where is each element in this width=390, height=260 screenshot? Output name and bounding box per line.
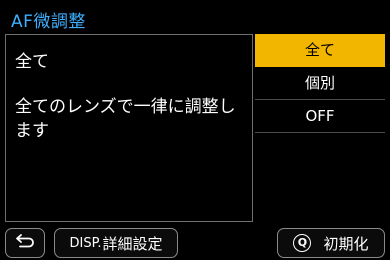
detail-settings-button[interactable]: DISP. 詳細設定 <box>54 228 178 258</box>
description-text: 全てのレンズで一律に調整します <box>15 97 236 141</box>
bottom-bar: DISP. 詳細設定 Q 初期化 <box>0 228 390 260</box>
option-all[interactable]: 全て <box>255 34 385 67</box>
back-button[interactable] <box>5 228 45 258</box>
disp-key-label: DISP. <box>69 235 102 251</box>
option-off[interactable]: OFF <box>255 100 385 133</box>
return-arrow-icon <box>14 233 36 253</box>
option-individual[interactable]: 個別 <box>255 67 385 100</box>
description-heading: 全て <box>15 52 49 72</box>
page-title: AF微調整 <box>11 12 86 32</box>
q-button-icon: Q <box>293 234 312 252</box>
reset-button[interactable]: Q 初期化 <box>277 228 385 258</box>
option-list: 全て 個別 OFF <box>255 34 385 133</box>
detail-settings-label: 詳細設定 <box>102 234 163 253</box>
description-panel: 全て 全てのレンズで一律に調整します <box>5 34 253 222</box>
reset-label: 初期化 <box>323 234 369 253</box>
